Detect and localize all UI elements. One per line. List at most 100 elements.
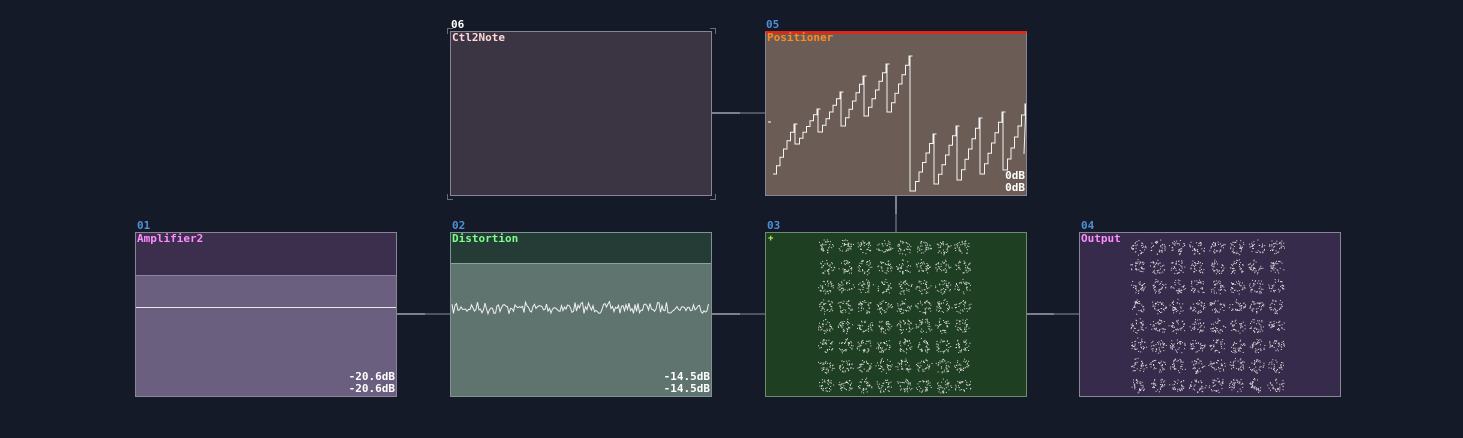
- scope-dot: [1278, 309, 1280, 311]
- scope-dot: [1282, 389, 1284, 391]
- scope-dot: [1157, 321, 1159, 323]
- scope-dot: [1250, 287, 1252, 289]
- scope-dot: [907, 385, 908, 387]
- scope-dot: [1195, 269, 1197, 271]
- scope-dot: [1144, 249, 1146, 251]
- scope-dot: [1175, 309, 1177, 310]
- scope-dot: [1240, 240, 1242, 242]
- scope-dot: [1190, 329, 1192, 331]
- distortion-module[interactable]: Distortion -14.5dB -14.5dB: [450, 232, 712, 397]
- scope-dot: [908, 324, 910, 326]
- scope-dot: [865, 330, 867, 332]
- scope-dot: [1133, 307, 1135, 309]
- scope-dot: [1275, 350, 1277, 352]
- scope-dot: [1236, 309, 1238, 310]
- scope-dot: [1170, 366, 1172, 368]
- scope-dot: [909, 382, 911, 384]
- scope-dot: [866, 261, 868, 263]
- scope-dot: [900, 333, 902, 335]
- scope-dot: [879, 351, 881, 353]
- scope-dot: [868, 272, 870, 274]
- amplifier-module[interactable]: Amplifier2 -20.6dB -20.6dB: [135, 232, 397, 397]
- scope-dot: [1239, 247, 1241, 249]
- scope-dot: [827, 270, 829, 272]
- scope-dot: [1160, 344, 1161, 346]
- scope-dot: [1183, 286, 1184, 287]
- scope-dot: [1133, 287, 1135, 288]
- scope-dot: [1242, 271, 1244, 272]
- scope-dot: [928, 366, 929, 368]
- scope-dot: [923, 282, 924, 284]
- scope-dot: [1239, 381, 1240, 383]
- scope-dot: [869, 263, 871, 265]
- scope-dot: [1215, 311, 1217, 313]
- scope-dot: [1145, 364, 1147, 366]
- scope-dot: [1181, 262, 1183, 264]
- scope-dot: [925, 390, 927, 392]
- scope-dot: [847, 329, 849, 331]
- scope-dot: [968, 350, 969, 351]
- scope-dot: [831, 282, 833, 284]
- scope-dot: [832, 367, 834, 369]
- scope-dot: [957, 284, 958, 286]
- scope-dot: [1194, 307, 1196, 309]
- scope-dot: [1159, 262, 1161, 264]
- scope-dot: [1241, 323, 1243, 324]
- scope-dot: [1272, 324, 1274, 326]
- scope-dot: [1180, 366, 1182, 367]
- scope-dot: [818, 345, 819, 347]
- scope-dot: [919, 245, 921, 247]
- scope-dot: [1256, 372, 1258, 374]
- modular-canvas[interactable]: 06 Ctl2Note 05 Positioner 0dB 0dB 01 Amp…: [0, 0, 1463, 438]
- scope-dot: [829, 363, 831, 365]
- scope-dot: [920, 283, 922, 285]
- scope-dot: [1141, 287, 1143, 289]
- scope-dot: [1140, 344, 1142, 346]
- scope-dot: [968, 243, 970, 245]
- scope-dot: [1197, 319, 1199, 321]
- scope-dot: [1172, 345, 1174, 347]
- scope-dot: [1176, 302, 1178, 304]
- scope-dot: [1134, 347, 1136, 349]
- output-module[interactable]: Output: [1079, 232, 1341, 397]
- scope-dot: [938, 304, 940, 306]
- scope-dot: [927, 243, 928, 245]
- scope-dot: [903, 382, 905, 384]
- scope-dot: [1133, 285, 1135, 287]
- scope-dot: [829, 388, 830, 389]
- add-icon[interactable]: +: [768, 235, 773, 244]
- scope-dot: [897, 250, 899, 252]
- scope-dot: [887, 325, 889, 327]
- scope-dot: [939, 324, 940, 326]
- scope-dot: [937, 346, 939, 348]
- scope-dot: [849, 364, 850, 365]
- scope-dot: [883, 251, 885, 253]
- scope-dot: [1159, 311, 1160, 312]
- positioner-module[interactable]: Positioner 0dB 0dB: [765, 31, 1027, 196]
- scope-dot: [838, 384, 840, 386]
- scope-dot: [880, 391, 882, 393]
- scope-dot: [1191, 264, 1193, 266]
- scope-dot: [862, 331, 864, 333]
- scope-dot: [1177, 310, 1179, 312]
- scope-dot: [909, 368, 911, 370]
- visualizer-module[interactable]: +: [765, 232, 1027, 397]
- scope-dot: [844, 260, 846, 262]
- scope-dot: [935, 362, 937, 364]
- scope-dot: [859, 327, 861, 329]
- scope-dot: [1259, 302, 1261, 304]
- scope-dot: [1271, 245, 1273, 247]
- scope-dot: [1255, 366, 1257, 368]
- scope-dot: [1277, 263, 1279, 265]
- scope-dot: [882, 385, 884, 387]
- scope-dot: [1163, 309, 1165, 311]
- scope-dot: [1161, 384, 1163, 385]
- scope-dot: [898, 308, 900, 310]
- scope-dot: [833, 384, 835, 386]
- ctl2note-module[interactable]: Ctl2Note: [450, 31, 712, 196]
- scope-dot: [1275, 310, 1277, 312]
- scope-dot: [959, 363, 961, 365]
- scope-dot: [946, 367, 948, 369]
- scope-dot: [1176, 351, 1178, 353]
- scope-dot: [1140, 328, 1142, 330]
